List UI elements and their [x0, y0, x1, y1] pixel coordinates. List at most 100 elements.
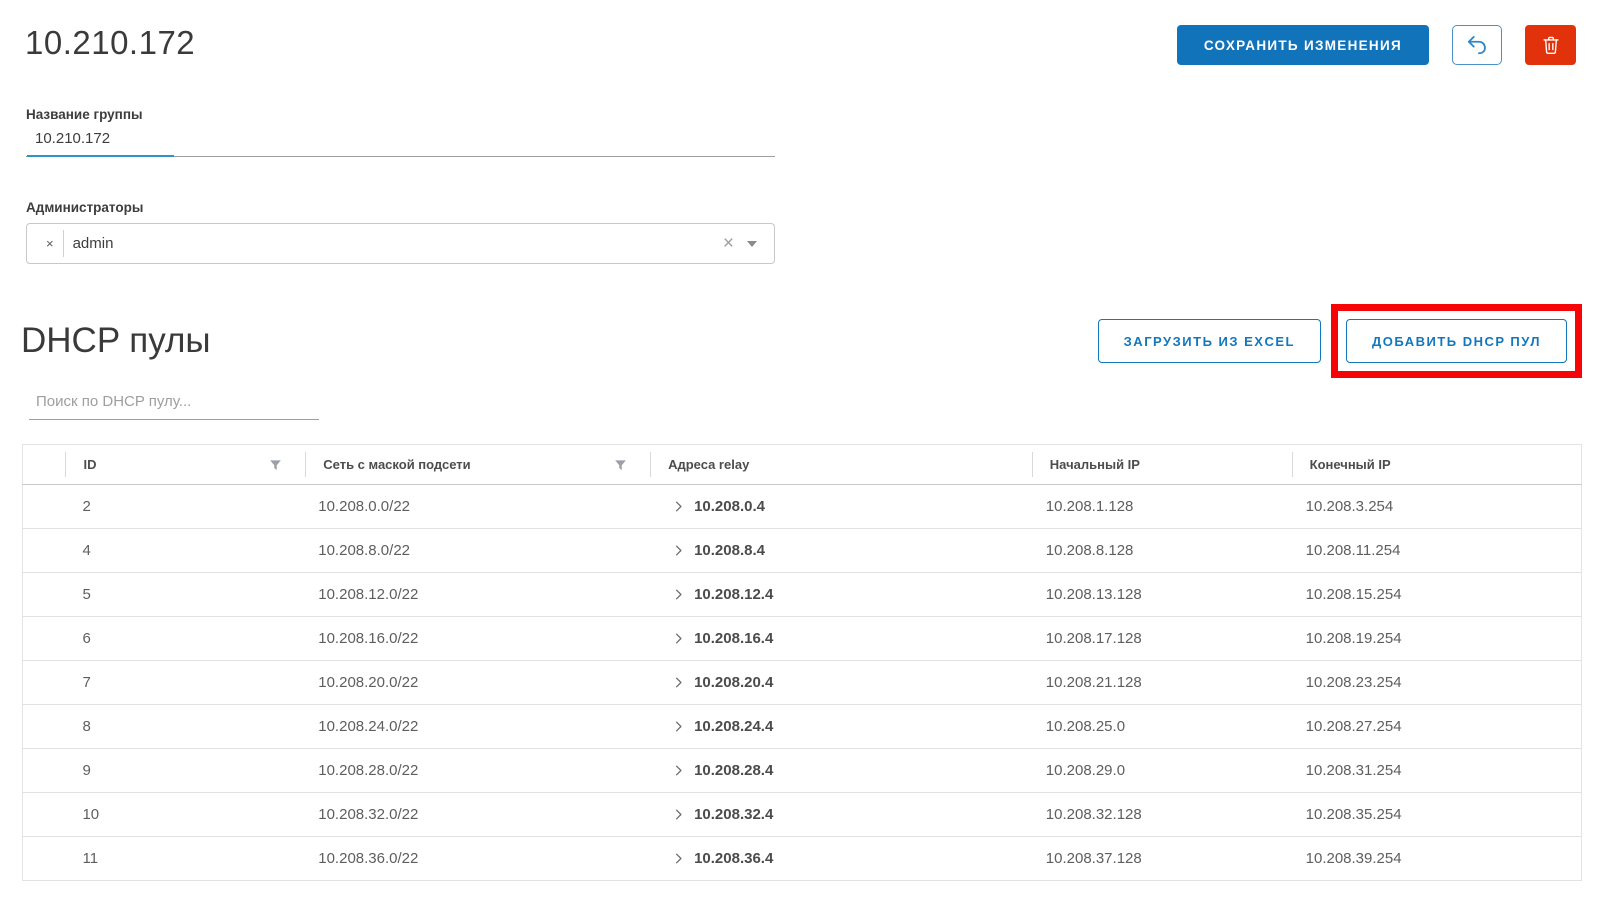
cell-id: 11	[65, 837, 305, 881]
table-row[interactable]: 8 10.208.24.0/22 10.208.24.4 10.208.25.0…	[23, 705, 1582, 749]
cell-start-ip: 10.208.13.128	[1032, 573, 1292, 617]
highlight-annotation: ДОБАВИТЬ DHCP ПУЛ	[1331, 304, 1582, 378]
table-header: ID Сеть с маской подсети Адреса relay На…	[23, 445, 1582, 485]
row-expander-cell	[23, 749, 66, 793]
admin-chip: admin	[73, 235, 723, 252]
cell-id: 7	[65, 661, 305, 705]
pool-search-input[interactable]	[29, 388, 319, 419]
cell-end-ip: 10.208.15.254	[1292, 573, 1582, 617]
cell-subnet: 10.208.28.0/22	[305, 749, 650, 793]
relay-address: 10.208.0.4	[694, 498, 765, 515]
cell-start-ip: 10.208.1.128	[1032, 485, 1292, 529]
relay-address: 10.208.24.4	[694, 718, 773, 735]
cell-start-ip: 10.208.8.128	[1032, 529, 1292, 573]
cell-subnet: 10.208.20.0/22	[305, 661, 650, 705]
pools-buttons: ЗАГРУЗИТЬ ИЗ EXCEL ДОБАВИТЬ DHCP ПУЛ	[1098, 304, 1582, 378]
cell-subnet: 10.208.0.0/22	[305, 485, 650, 529]
column-header-start-ip: Начальный IP	[1032, 445, 1292, 485]
chip-separator	[63, 230, 64, 257]
column-header-relay: Адреса relay	[650, 445, 1032, 485]
pools-header-row: DHCP пулы ЗАГРУЗИТЬ ИЗ EXCEL ДОБАВИТЬ DH…	[21, 304, 1582, 378]
relay-address: 10.208.12.4	[694, 586, 773, 603]
table-row[interactable]: 10 10.208.32.0/22 10.208.32.4 10.208.32.…	[23, 793, 1582, 837]
relay-address: 10.208.32.4	[694, 806, 773, 823]
add-dhcp-pool-button[interactable]: ДОБАВИТЬ DHCP ПУЛ	[1346, 319, 1567, 363]
dhcp-pools-table: ID Сеть с маской подсети Адреса relay На…	[22, 444, 1582, 881]
trash-icon	[1540, 34, 1562, 56]
pool-search	[29, 388, 319, 420]
dhcp-group-page: 10.210.172 СОХРАНИТЬ ИЗМЕНЕНИЯ	[0, 0, 1606, 901]
cell-end-ip: 10.208.23.254	[1292, 661, 1582, 705]
cell-relay: 10.208.32.4	[650, 793, 1032, 837]
relay-address: 10.208.16.4	[694, 630, 773, 647]
chevron-right-icon[interactable]	[672, 764, 685, 777]
chevron-right-icon[interactable]	[672, 544, 685, 557]
chevron-right-icon[interactable]	[672, 500, 685, 513]
cell-subnet: 10.208.36.0/22	[305, 837, 650, 881]
cell-end-ip: 10.208.19.254	[1292, 617, 1582, 661]
row-expander-cell	[23, 661, 66, 705]
admins-select[interactable]: × admin ×	[26, 223, 775, 264]
group-name-input[interactable]	[26, 125, 775, 156]
load-from-excel-button[interactable]: ЗАГРУЗИТЬ ИЗ EXCEL	[1098, 319, 1321, 363]
topbar: 10.210.172 СОХРАНИТЬ ИЗМЕНЕНИЯ	[0, 0, 1606, 65]
save-changes-button[interactable]: СОХРАНИТЬ ИЗМЕНЕНИЯ	[1177, 25, 1429, 65]
expander-column-header	[23, 445, 66, 485]
cell-id: 6	[65, 617, 305, 661]
cell-subnet: 10.208.32.0/22	[305, 793, 650, 837]
chevron-right-icon[interactable]	[672, 808, 685, 821]
group-name-field: Название группы	[26, 107, 775, 157]
cell-end-ip: 10.208.11.254	[1292, 529, 1582, 573]
cell-relay: 10.208.20.4	[650, 661, 1032, 705]
admins-field: Администраторы × admin ×	[26, 200, 775, 264]
table-row[interactable]: 7 10.208.20.0/22 10.208.20.4 10.208.21.1…	[23, 661, 1582, 705]
chevron-right-icon[interactable]	[672, 632, 685, 645]
cell-end-ip: 10.208.39.254	[1292, 837, 1582, 881]
caret-down-icon[interactable]	[747, 241, 757, 247]
cell-subnet: 10.208.8.0/22	[305, 529, 650, 573]
row-expander-cell	[23, 485, 66, 529]
chevron-right-icon[interactable]	[672, 676, 685, 689]
relay-address: 10.208.8.4	[694, 542, 765, 559]
cell-relay: 10.208.12.4	[650, 573, 1032, 617]
group-name-label: Название группы	[26, 107, 775, 122]
cell-subnet: 10.208.12.0/22	[305, 573, 650, 617]
pools-section-title: DHCP пулы	[21, 321, 211, 361]
cell-start-ip: 10.208.25.0	[1032, 705, 1292, 749]
table-row[interactable]: 4 10.208.8.0/22 10.208.8.4 10.208.8.128 …	[23, 529, 1582, 573]
table-row[interactable]: 11 10.208.36.0/22 10.208.36.4 10.208.37.…	[23, 837, 1582, 881]
cell-end-ip: 10.208.27.254	[1292, 705, 1582, 749]
clear-icon[interactable]: ×	[723, 234, 734, 253]
cell-end-ip: 10.208.31.254	[1292, 749, 1582, 793]
chevron-right-icon[interactable]	[672, 852, 685, 865]
table-row[interactable]: 2 10.208.0.0/22 10.208.0.4 10.208.1.128 …	[23, 485, 1582, 529]
filter-icon[interactable]	[613, 457, 628, 472]
cell-start-ip: 10.208.29.0	[1032, 749, 1292, 793]
chevron-right-icon[interactable]	[672, 588, 685, 601]
row-expander-cell	[23, 837, 66, 881]
column-header-id: ID	[65, 445, 305, 485]
row-expander-cell	[23, 573, 66, 617]
cell-id: 9	[65, 749, 305, 793]
row-expander-cell	[23, 705, 66, 749]
cell-end-ip: 10.208.35.254	[1292, 793, 1582, 837]
table-row[interactable]: 9 10.208.28.0/22 10.208.28.4 10.208.29.0…	[23, 749, 1582, 793]
cell-subnet: 10.208.16.0/22	[305, 617, 650, 661]
delete-button[interactable]	[1525, 25, 1576, 65]
filter-icon[interactable]	[268, 457, 283, 472]
table-row[interactable]: 5 10.208.12.0/22 10.208.12.4 10.208.13.1…	[23, 573, 1582, 617]
cell-subnet: 10.208.24.0/22	[305, 705, 650, 749]
cell-id: 10	[65, 793, 305, 837]
cell-end-ip: 10.208.3.254	[1292, 485, 1582, 529]
relay-address: 10.208.36.4	[694, 850, 773, 867]
cell-start-ip: 10.208.17.128	[1032, 617, 1292, 661]
cell-relay: 10.208.8.4	[650, 529, 1032, 573]
chip-remove-icon[interactable]: ×	[46, 237, 54, 250]
cell-relay: 10.208.0.4	[650, 485, 1032, 529]
cell-id: 5	[65, 573, 305, 617]
column-header-end-ip: Конечный IP	[1292, 445, 1582, 485]
undo-button[interactable]	[1452, 25, 1502, 65]
cell-relay: 10.208.24.4	[650, 705, 1032, 749]
chevron-right-icon[interactable]	[672, 720, 685, 733]
table-row[interactable]: 6 10.208.16.0/22 10.208.16.4 10.208.17.1…	[23, 617, 1582, 661]
